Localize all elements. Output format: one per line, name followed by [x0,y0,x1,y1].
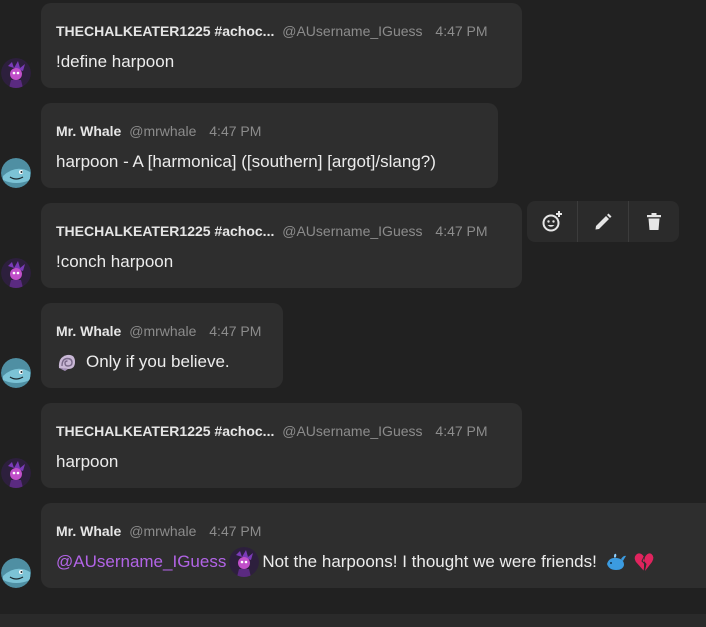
message-content: harpoon [56,452,119,471]
edit-button[interactable] [578,201,629,242]
message-text: harpoon [56,450,507,474]
bot-avatar[interactable] [1,358,31,388]
message-header: Mr. Whale @mrwhale 4:47 PM [56,521,691,541]
message-bubble[interactable]: THECHALKEATER1225 #achoc... @AUsername_I… [41,403,522,488]
message-text: Only if you believe. [56,350,268,374]
whale-avatar-icon [1,358,31,388]
delete-trash-icon [647,212,661,230]
broken-heart-icon [634,553,654,572]
author-handle[interactable]: @mrwhale [129,523,196,539]
timestamp: 4:47 PM [435,223,488,239]
author-handle[interactable]: @mrwhale [129,323,196,339]
message-text: @AUsername_IGuess Not the harpoons! I th… [56,547,691,577]
purple-character-avatar-icon [1,258,31,288]
timestamp: 4:47 PM [209,123,262,139]
timestamp: 4:47 PM [435,423,488,439]
purple-character-avatar-icon [229,547,260,577]
message-content: !conch harpoon [56,252,174,271]
purple-character-avatar-icon [1,58,31,88]
bottom-bar [0,614,706,627]
whale-avatar-icon [1,158,31,188]
message-bubble[interactable]: Mr. Whale @mrwhale 4:47 PM @AUsername_IG… [41,503,706,588]
message-content: harpoon - A [harmonica] ([southern] [arg… [56,152,436,171]
spiral-shell-icon [58,354,75,371]
timestamp: 4:47 PM [209,523,262,539]
message-text: harpoon - A [harmonica] ([southern] [arg… [56,150,483,174]
user-avatar[interactable] [1,458,31,488]
message-content: Only if you believe. [86,352,230,371]
whale-icon [606,553,626,570]
chat-log: THECHALKEATER1225 #achoc... @AUsername_I… [0,0,706,627]
user-avatar[interactable] [1,258,31,288]
timestamp: 4:47 PM [209,323,262,339]
purple-character-avatar-icon [1,458,31,488]
author-name[interactable]: Mr. Whale [56,523,121,539]
author-handle[interactable]: @AUsername_IGuess [282,423,422,439]
author-name[interactable]: THECHALKEATER1225 #achoc... [56,23,274,39]
message-bubble[interactable]: Mr. Whale @mrwhale 4:47 PM Only if you b… [41,303,283,388]
author-name[interactable]: THECHALKEATER1225 #achoc... [56,223,274,239]
edit-pencil-icon [595,213,612,229]
message-header: THECHALKEATER1225 #achoc... @AUsername_I… [56,421,507,441]
message-header: Mr. Whale @mrwhale 4:47 PM [56,121,483,141]
message-content: !define harpoon [56,52,175,71]
message-content: Not the harpoons! I thought we were frie… [262,552,597,571]
timestamp: 4:47 PM [435,23,488,39]
message-text: !conch harpoon [56,250,507,274]
message-header: THECHALKEATER1225 #achoc... @AUsername_I… [56,21,507,41]
message-bubble[interactable]: THECHALKEATER1225 #achoc... @AUsername_I… [41,3,522,88]
message-action-toolbar [527,201,679,242]
author-handle[interactable]: @AUsername_IGuess [282,223,422,239]
bot-avatar[interactable] [1,558,31,588]
author-name[interactable]: Mr. Whale [56,323,121,339]
delete-button[interactable] [629,201,679,242]
author-name[interactable]: Mr. Whale [56,123,121,139]
mention-avatar [229,547,260,577]
add-reaction-icon [542,210,562,231]
author-handle[interactable]: @AUsername_IGuess [282,23,422,39]
user-mention[interactable]: @AUsername_IGuess [56,550,226,574]
message-text: !define harpoon [56,50,507,74]
message-header: Mr. Whale @mrwhale 4:47 PM [56,321,268,341]
message-bubble[interactable]: Mr. Whale @mrwhale 4:47 PM harpoon - A [… [41,103,498,188]
message-bubble[interactable]: THECHALKEATER1225 #achoc... @AUsername_I… [41,203,522,288]
author-handle[interactable]: @mrwhale [129,123,196,139]
whale-avatar-icon [1,558,31,588]
add-reaction-button[interactable] [527,201,578,242]
author-name[interactable]: THECHALKEATER1225 #achoc... [56,423,274,439]
message-header: THECHALKEATER1225 #achoc... @AUsername_I… [56,221,507,241]
user-avatar[interactable] [1,58,31,88]
bot-avatar[interactable] [1,158,31,188]
